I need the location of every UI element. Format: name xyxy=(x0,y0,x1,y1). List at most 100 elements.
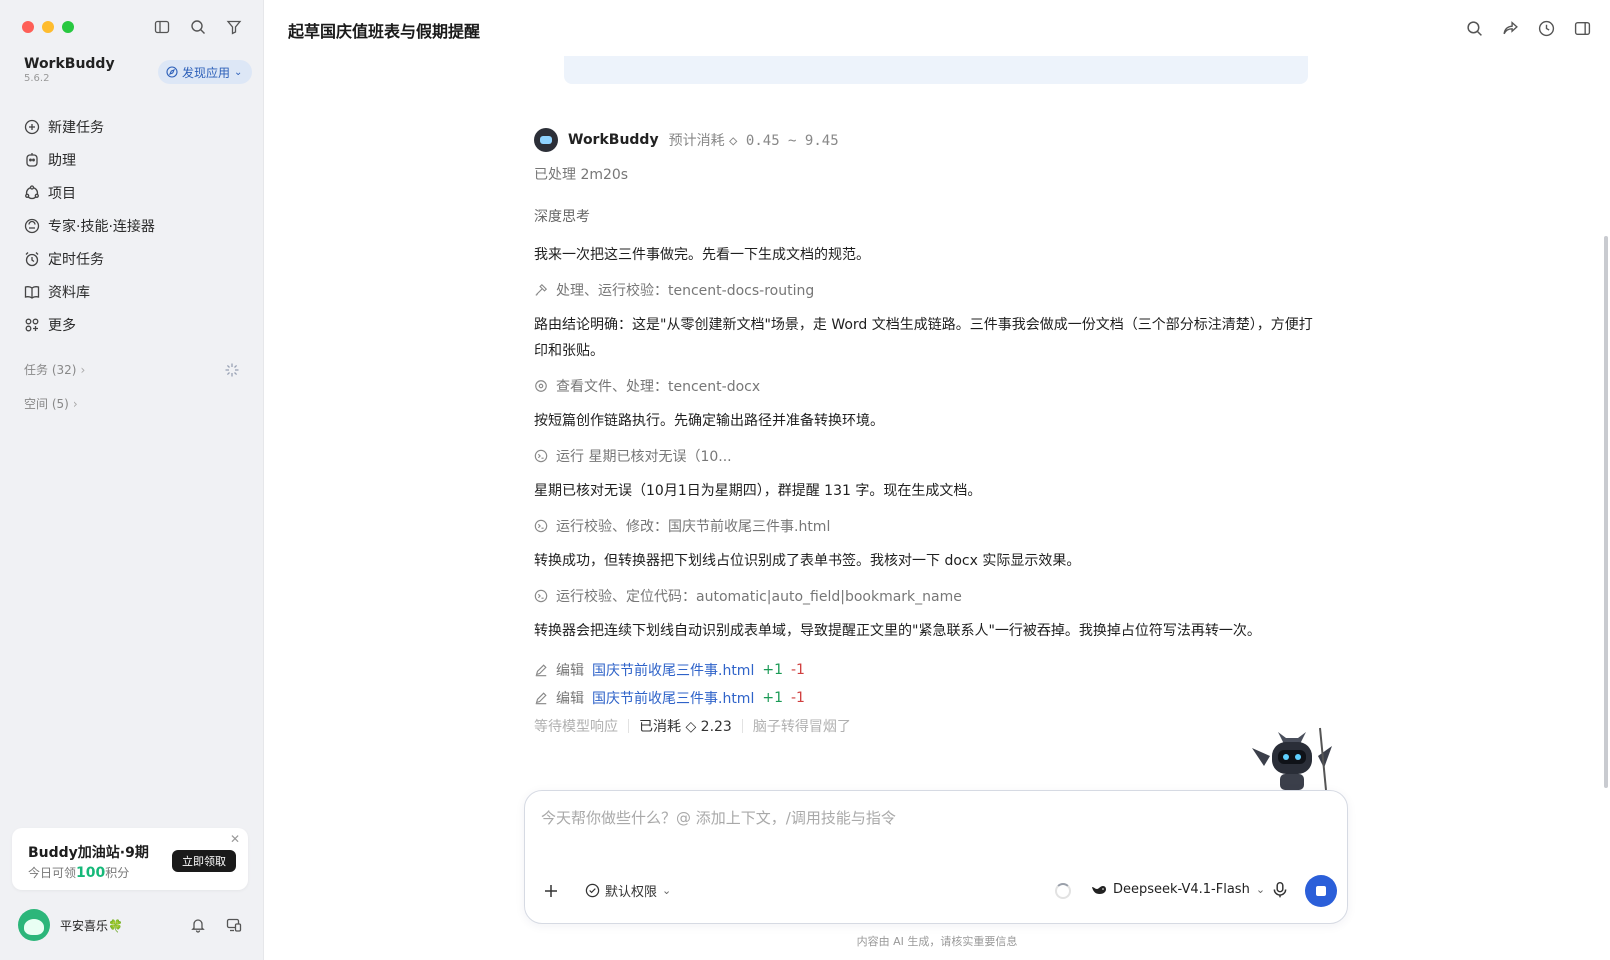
tool-call[interactable]: 运行校验、定位代码：automatic|auto_field|bookmark_… xyxy=(534,586,1314,606)
spaces-section[interactable]: 空间 (5) › xyxy=(24,395,78,412)
page-title: 起草国庆值班表与假期提醒 xyxy=(288,22,481,41)
sidebar-item-more[interactable]: 更多 xyxy=(14,309,250,341)
deep-thinking-toggle[interactable]: 深度思考 xyxy=(534,206,1314,226)
microphone-icon[interactable] xyxy=(1271,881,1289,899)
discover-apps-button[interactable]: 发现应用 ⌄ xyxy=(158,60,253,84)
previous-user-message-bubble xyxy=(564,56,1308,84)
permission-label: 默认权限 xyxy=(605,885,658,900)
sidebar-item-experts[interactable]: 专家·技能·连接器 xyxy=(14,210,250,242)
close-icon[interactable]: ✕ xyxy=(230,832,240,846)
chevron-right-icon: › xyxy=(72,396,78,411)
chevron-down-icon: ⌄ xyxy=(234,66,243,78)
tool-call-label: 查看文件、处理：tencent-docx xyxy=(556,379,761,395)
spaces-section-label: 空间 (5) xyxy=(24,397,69,411)
sidebar-item-scheduled[interactable]: 定时任务 xyxy=(14,243,250,275)
avatar[interactable] xyxy=(18,909,50,941)
scrollbar[interactable] xyxy=(1604,236,1608,788)
maximize-window-button[interactable] xyxy=(62,21,74,33)
promo-card[interactable]: Buddy加油站·9期 今日可领 100 积分 立即领取 ✕ xyxy=(12,828,248,890)
message-header: WorkBuddy 预计消耗 ◇ 0.45 ~ 9.45 xyxy=(534,126,1314,154)
user-profile[interactable]: 平安喜乐🍀 xyxy=(18,909,123,941)
history-clock-icon[interactable] xyxy=(1536,18,1556,38)
message-paragraph: 星期已核对无误（10月1日为星期四），群提醒 131 字。现在生成文档。 xyxy=(534,483,982,499)
search-icon[interactable] xyxy=(1464,18,1484,38)
right-panel-icon[interactable] xyxy=(1572,18,1592,38)
shield-check-icon xyxy=(585,883,600,898)
tool-call[interactable]: 运行 星期已核对无误（10... xyxy=(534,446,1314,466)
sidebar-item-project[interactable]: 项目 xyxy=(14,177,250,209)
loading-sparkle-icon[interactable] xyxy=(224,362,240,378)
chat-input[interactable] xyxy=(541,809,1321,827)
chevron-right-icon: › xyxy=(80,362,86,377)
sidebar-item-label: 新建任务 xyxy=(48,120,104,136)
sidebar-footer-tools xyxy=(188,915,244,935)
sidebar-item-label: 定时任务 xyxy=(48,252,104,268)
edited-file-link[interactable]: 国庆节前收尾三件事.html xyxy=(592,660,754,680)
tool-icon xyxy=(535,283,548,296)
sidebar-nav: 新建任务 助理 项目 专家·技能·连接器 定时任务 资料库 更多 xyxy=(14,111,250,342)
expert-skill-icon xyxy=(24,218,40,234)
claim-now-button[interactable]: 立即领取 xyxy=(172,850,236,872)
search-icon[interactable] xyxy=(188,17,208,37)
message-paragraph: 路由结论明确：这是"从零创建新文档"场景，走 Word 文档生成链路。三件事我会… xyxy=(534,317,1313,359)
sidebar-item-new-task[interactable]: 新建任务 xyxy=(14,111,250,143)
spent-cost: 已消耗 ◇ 2.23 xyxy=(639,719,732,735)
tool-call[interactable]: 处理、运行校验：tencent-docs-routing xyxy=(534,280,1314,300)
add-attachment-button[interactable] xyxy=(539,879,563,903)
tool-call-label: 处理、运行校验：tencent-docs-routing xyxy=(556,283,815,299)
lines-added: +1 xyxy=(762,690,783,706)
plus-circle-icon xyxy=(24,119,40,135)
tool-call[interactable]: 查看文件、处理：tencent-docx xyxy=(534,376,1314,396)
message-composer: 默认权限 ⌄ Deepseek-V4.1-Flash ⌄ xyxy=(524,790,1348,924)
discover-apps-label: 发现应用 xyxy=(182,65,231,80)
share-icon[interactable] xyxy=(1500,18,1520,38)
minimize-window-button[interactable] xyxy=(42,21,54,33)
sidebar-item-assistant[interactable]: 助理 xyxy=(14,144,250,176)
filter-icon[interactable] xyxy=(224,17,244,37)
grid-icon xyxy=(25,318,39,332)
pencil-icon xyxy=(535,664,547,677)
cost-label: 预计消耗 xyxy=(668,133,725,149)
window-controls xyxy=(22,21,74,33)
ai-disclaimer: 内容由 AI 生成，请核实重要信息 xyxy=(856,935,1018,948)
user-name: 平安喜乐🍀 xyxy=(60,918,123,933)
sidebar: WorkBuddy 5.6.2 发现应用 ⌄ 新建任务 助理 项目 专家·技能·… xyxy=(0,0,264,960)
permission-dropdown[interactable]: 默认权限 ⌄ xyxy=(585,881,671,900)
message-paragraph: 按短篇创作链路执行。先确定输出路径并准备转换环境。 xyxy=(534,413,884,429)
tool-call[interactable]: 运行校验、修改：国庆节前收尾三件事.html xyxy=(534,516,1314,536)
sidebar-item-library[interactable]: 资料库 xyxy=(14,276,250,308)
alarm-clock-icon xyxy=(25,252,39,267)
close-window-button[interactable] xyxy=(22,21,34,33)
promo-sub-suffix: 积分 xyxy=(105,866,130,880)
tasks-section[interactable]: 任务 (32) › xyxy=(24,361,85,378)
toggle-sidebar-icon[interactable] xyxy=(152,17,172,37)
tool-call-label: 运行 星期已核对无误（10... xyxy=(556,449,732,465)
bell-icon[interactable] xyxy=(188,915,208,935)
devices-icon[interactable] xyxy=(224,915,244,935)
sidebar-item-label: 更多 xyxy=(48,318,76,334)
generation-status: 等待模型响应 已消耗 ◇ 2.23 脑子转得冒烟了 xyxy=(534,712,1314,740)
edited-file-link[interactable]: 国庆节前收尾三件事.html xyxy=(592,688,754,708)
promo-title: Buddy加油站·9期 xyxy=(28,845,149,861)
model-selector[interactable]: Deepseek-V4.1-Flash ⌄ xyxy=(1091,881,1265,897)
chevron-down-icon: ⌄ xyxy=(1255,882,1266,896)
assistant-icon xyxy=(26,153,38,167)
file-edit[interactable]: 编辑 国庆节前收尾三件事.html +1 -1 xyxy=(534,656,1314,684)
model-name: Deepseek-V4.1-Flash xyxy=(1113,881,1250,897)
tool-call-label: 运行校验、修改：国庆节前收尾三件事.html xyxy=(556,519,831,535)
brand: WorkBuddy 5.6.2 xyxy=(24,56,115,84)
processed-time: 已处理 2m20s xyxy=(534,167,629,183)
project-icon xyxy=(25,185,39,200)
file-edit[interactable]: 编辑 国庆节前收尾三件事.html +1 -1 xyxy=(534,684,1314,712)
edit-label: 编辑 xyxy=(556,663,584,679)
stop-generation-button[interactable] xyxy=(1305,875,1337,907)
sidebar-item-label: 助理 xyxy=(48,153,76,169)
robot-mascot-icon xyxy=(1252,727,1332,790)
divider xyxy=(628,719,629,733)
chevron-down-icon: ⌄ xyxy=(662,884,672,897)
cost-value: ◇ 0.45 ~ 9.45 xyxy=(729,133,839,149)
compass-icon xyxy=(166,66,178,78)
waiting-status: 等待模型响应 xyxy=(534,719,618,735)
assistant-message: WorkBuddy 预计消耗 ◇ 0.45 ~ 9.45 已处理 2m20s 深… xyxy=(534,126,1314,740)
main-panel: 起草国庆值班表与假期提醒 WorkBuddy 预计消耗 ◇ 0.45 ~ 9.4… xyxy=(264,0,1610,960)
